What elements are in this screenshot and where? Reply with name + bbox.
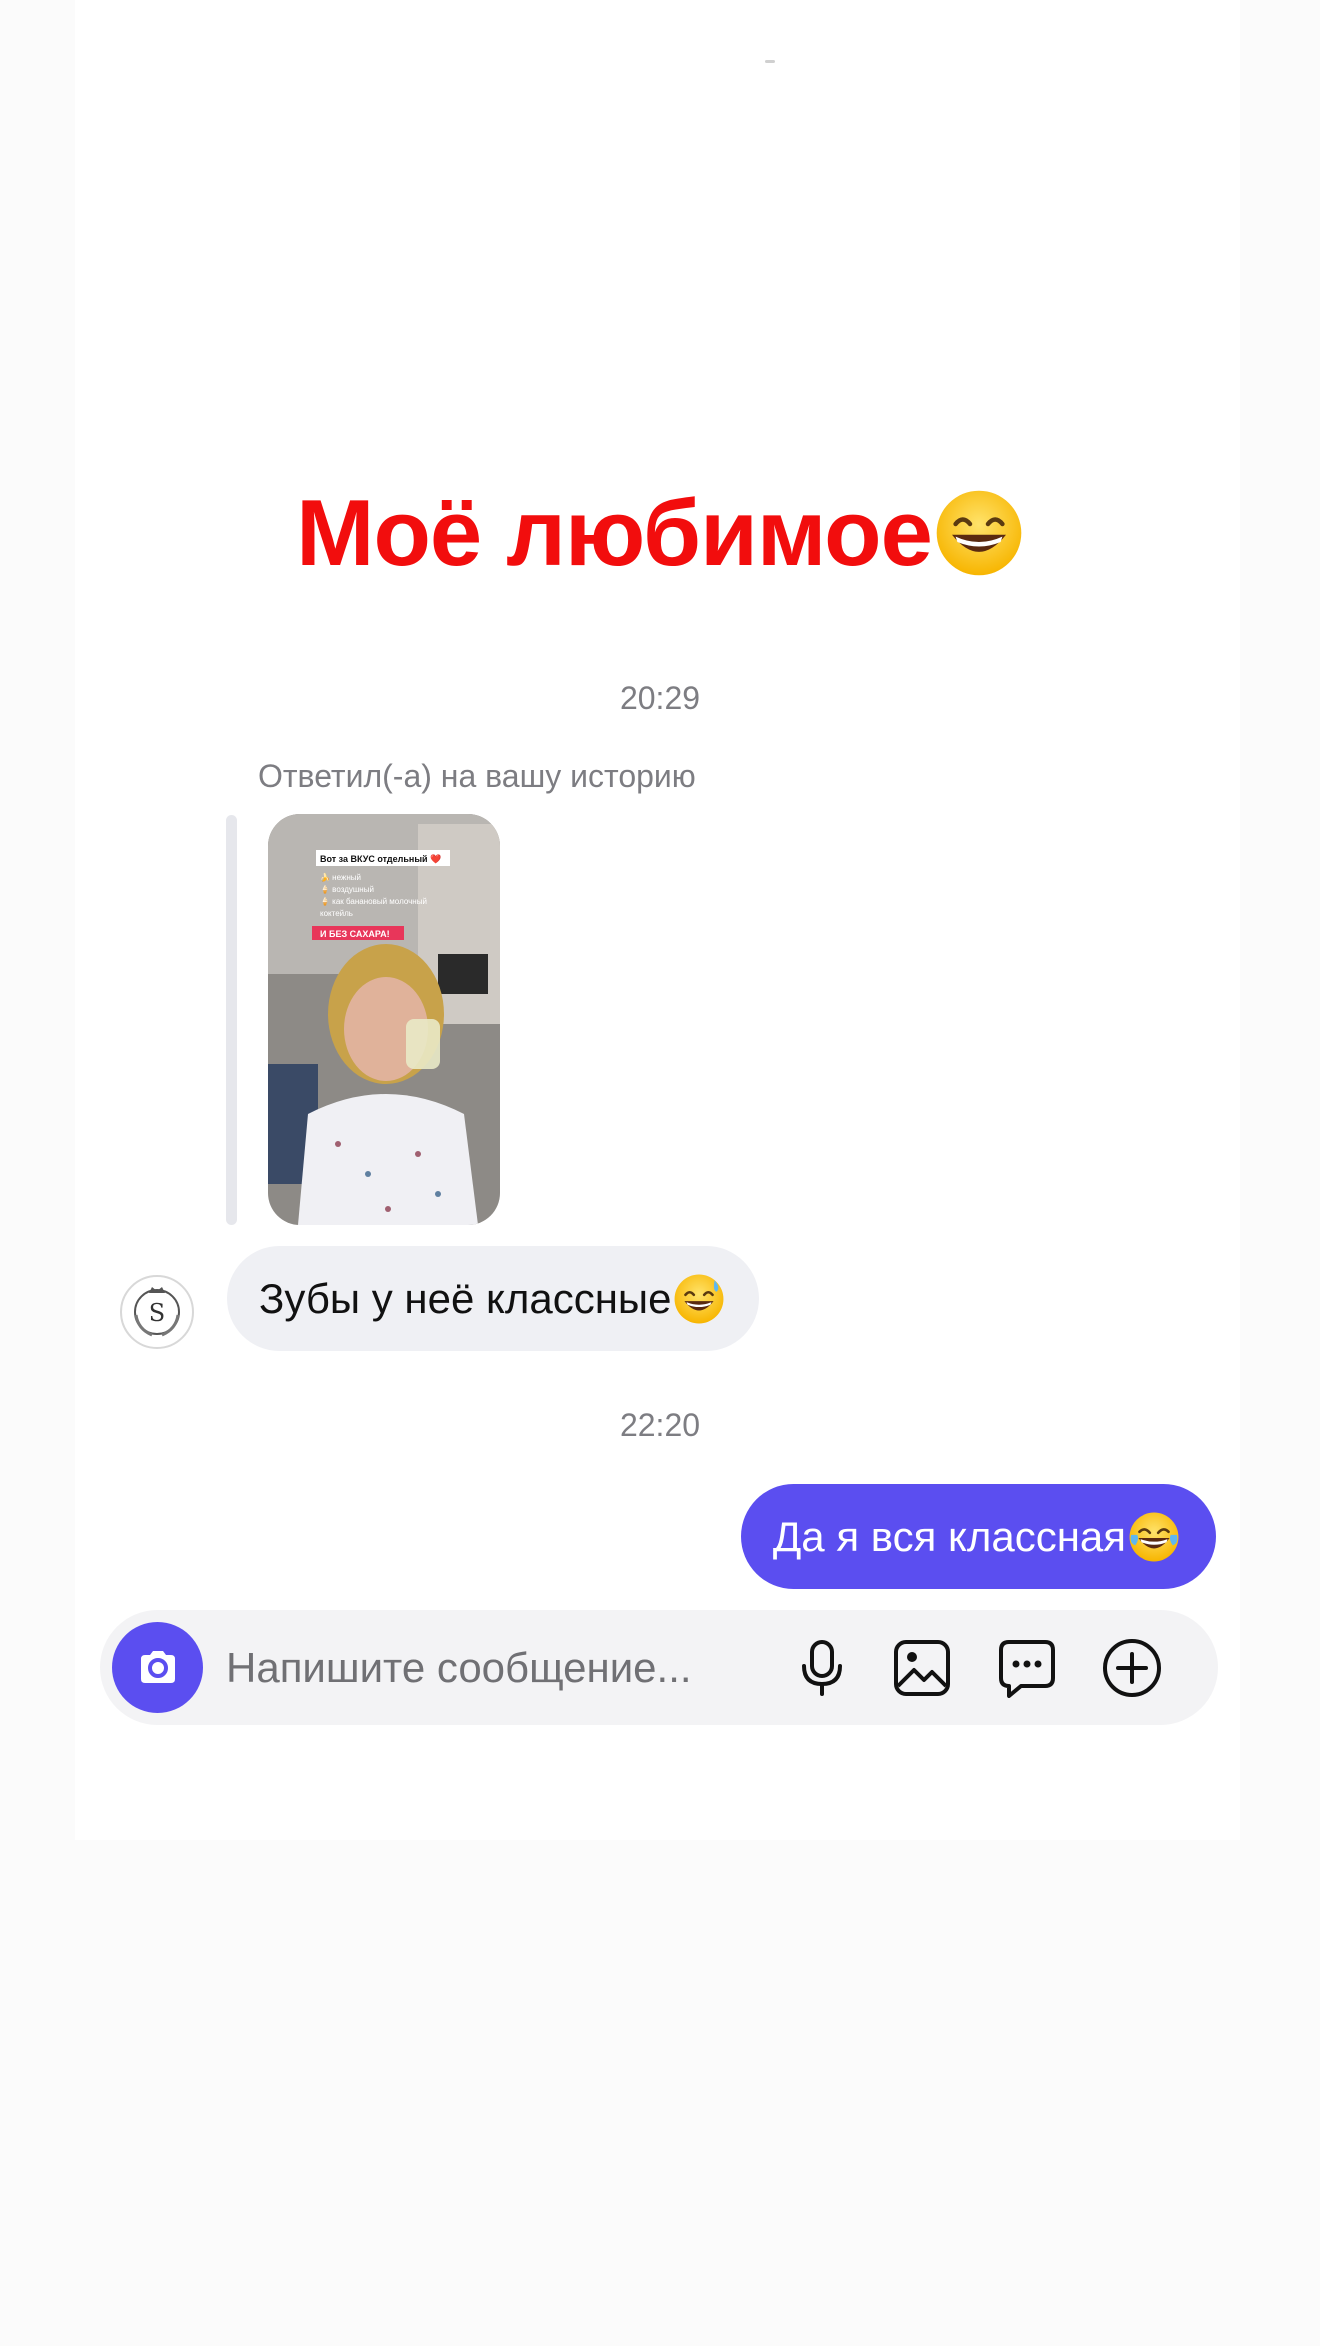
contact-avatar[interactable]: S: [120, 1275, 194, 1349]
timestamp: 22:20: [619, 1407, 701, 1443]
story-header-text: Вот за ВКУС отдельный ❤️: [320, 854, 442, 864]
story-line: 🍦 как банановый молочный: [320, 896, 427, 906]
story-line: 🍌 нежный: [320, 872, 361, 882]
gallery-icon: [894, 1640, 950, 1696]
camera-icon: [140, 1650, 175, 1683]
message-composer: [100, 1610, 1218, 1725]
microphone-icon: [802, 1640, 842, 1696]
outgoing-message-bubble[interactable]: Да я вся классная: [740, 1484, 1216, 1589]
reply-label: Ответил(-а) на вашу историю: [258, 758, 696, 794]
loading-indicator: [765, 60, 775, 63]
reply-quote-bar: [226, 815, 237, 1225]
incoming-message-bubble[interactable]: Зубы у неё классные: [227, 1246, 760, 1351]
message-input[interactable]: [226, 1610, 726, 1725]
tears-of-joy-icon: [1129, 1512, 1179, 1561]
incoming-message-text: Зубы у неё классные: [259, 1274, 672, 1322]
story-line: 🍦 воздушный: [320, 884, 374, 894]
svg-text:S: S: [149, 1299, 165, 1327]
story-preview[interactable]: Вот за ВКУС отдельный ❤️ 🍌 нежный 🍦 возд…: [268, 814, 500, 1225]
timestamp: 20:29: [619, 680, 701, 716]
microphone-button[interactable]: [790, 1636, 854, 1700]
camera-button[interactable]: [112, 1622, 203, 1713]
add-icon: [1103, 1639, 1161, 1697]
add-button[interactable]: [1100, 1636, 1164, 1700]
grinning-sweat-icon: [675, 1274, 724, 1323]
sticker-icon: [999, 1640, 1055, 1698]
story-line: коктейль: [320, 909, 353, 918]
outgoing-message-text: Да я вся классная: [772, 1512, 1126, 1560]
story-caption: Моё любимое: [0, 478, 1320, 588]
grinning-face-icon: [936, 490, 1022, 576]
gallery-button[interactable]: [890, 1636, 954, 1700]
sticker-button[interactable]: [995, 1636, 1059, 1700]
story-tag: И БЕЗ САХАРА!: [320, 929, 390, 939]
story-caption-text: Моё любимое: [296, 480, 933, 585]
